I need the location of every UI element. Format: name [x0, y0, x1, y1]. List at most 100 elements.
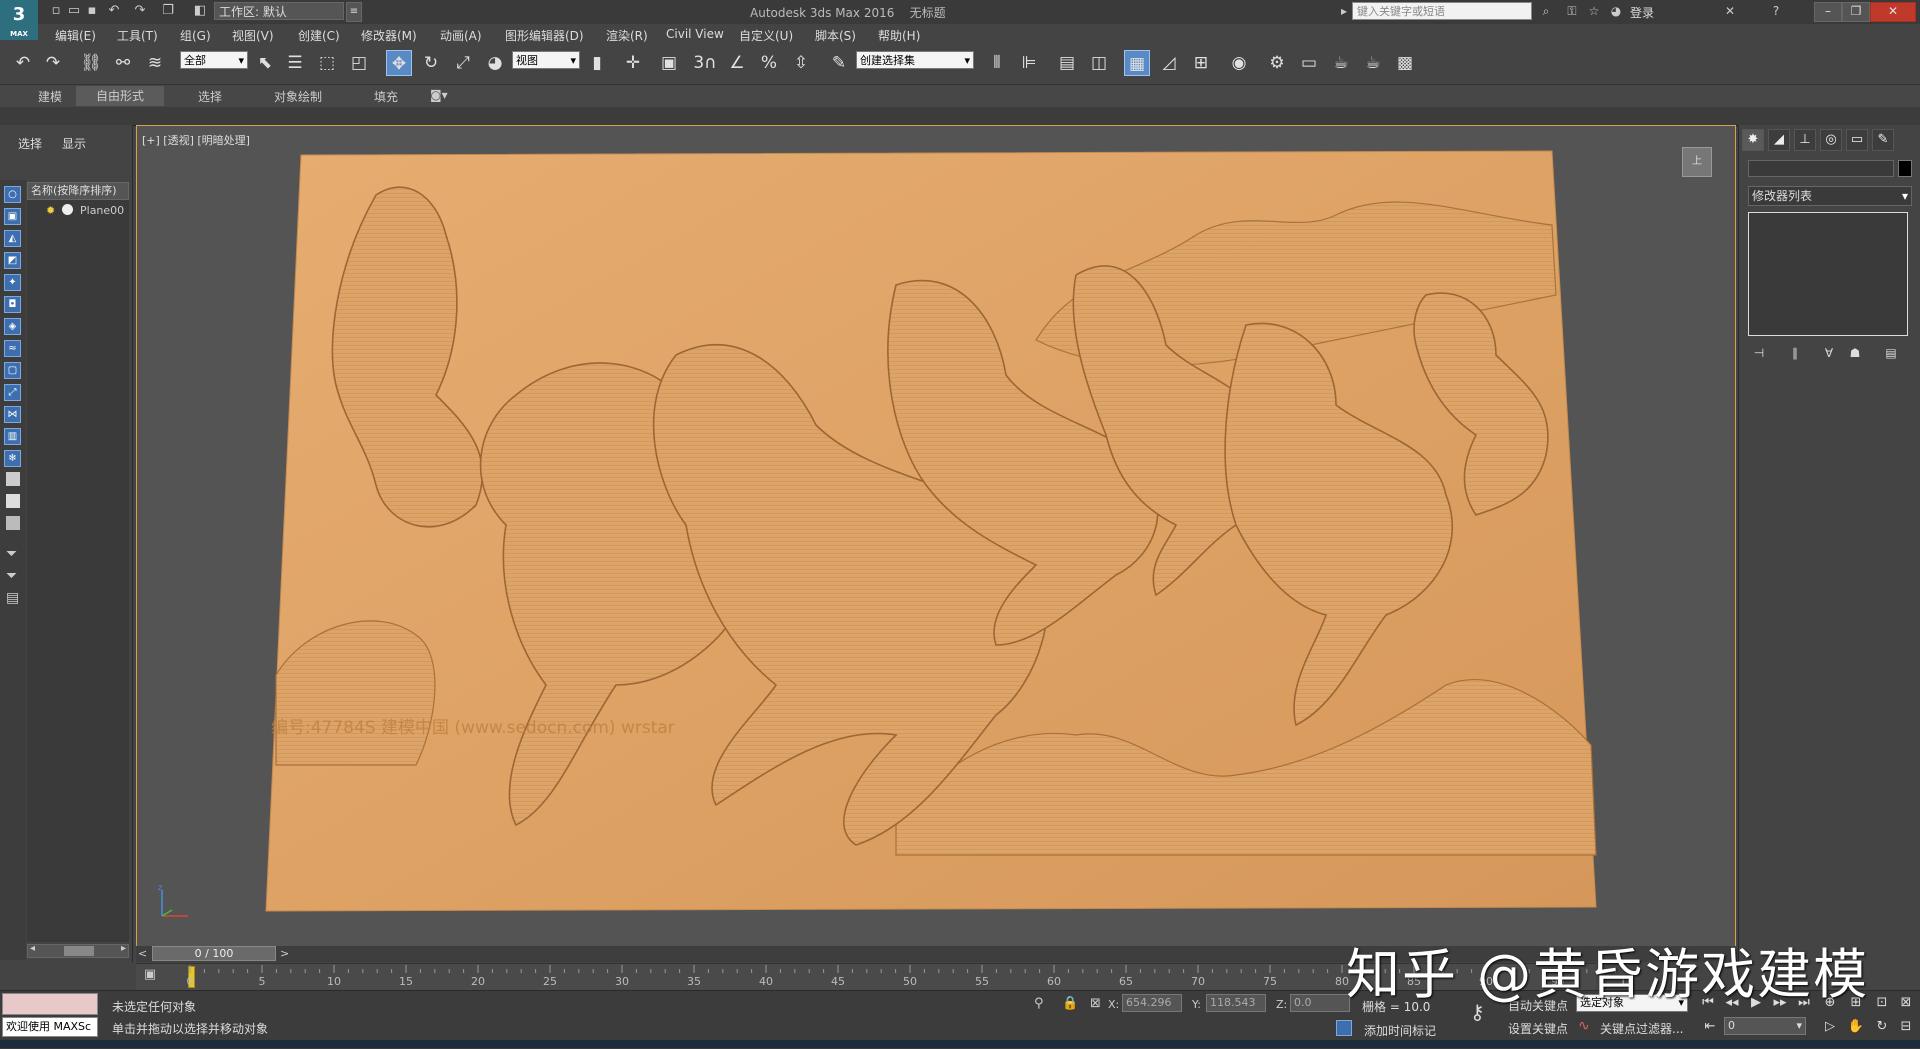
column-header-name[interactable]: 名称(按降序排序) [27, 182, 129, 200]
menu-civil-view[interactable]: Civil View [666, 27, 724, 41]
ribbon-tab-object-paint[interactable]: 对象绘制 [274, 88, 322, 105]
object-color-swatch[interactable] [1898, 160, 1912, 177]
subscription-icon[interactable]: ⚿ [1564, 3, 1580, 19]
select-and-move-icon[interactable]: ✥ [386, 50, 412, 76]
isolate-selection-icon[interactable]: ⚲ [1034, 996, 1044, 1011]
show-end-result-icon[interactable]: ∥ [1786, 344, 1804, 362]
menu-views[interactable]: 视图(V) [232, 27, 274, 44]
select-object-icon[interactable]: ⬉ [252, 50, 278, 76]
explorer-menu-icon[interactable]: ▤ [6, 590, 19, 606]
remove-modifier-icon[interactable]: ☗ [1846, 344, 1864, 362]
orbit-icon[interactable]: ↻ [1872, 1018, 1892, 1036]
display-lights-icon[interactable]: ✦ [4, 274, 21, 291]
selection-filter-dropdown[interactable]: 全部 [180, 51, 248, 69]
maxscript-listener-mini[interactable] [2, 993, 98, 1015]
login-button[interactable]: 登录 [1630, 4, 1654, 21]
close-button[interactable]: ✕ [1870, 2, 1916, 22]
pin-stack-icon[interactable]: ⊣ [1750, 344, 1768, 362]
snaps-toggle-icon[interactable]: 3∩ [692, 50, 718, 76]
visibility-icon[interactable] [62, 204, 73, 215]
key-mode-toggle-icon[interactable]: ⇤ [1700, 1018, 1720, 1036]
scene-explorer-toggle-icon[interactable]: ▤ [1054, 50, 1080, 76]
select-and-rotate-icon[interactable]: ↻ [418, 50, 444, 76]
keyboard-shortcut-override-icon[interactable]: ▣ [656, 50, 682, 76]
display-frozen-icon[interactable]: ❄ [4, 450, 21, 467]
menu-graph-editors[interactable]: 图形编辑器(D) [505, 27, 584, 44]
named-selection-dropdown[interactable]: 创建选择集 [856, 51, 974, 69]
new-file-icon[interactable]: ▫ [48, 3, 64, 19]
time-next-arrow-icon[interactable]: > [280, 947, 289, 960]
x-exchange-icon[interactable]: ✕ [1722, 3, 1738, 19]
bind-space-warp-icon[interactable]: ≋ [142, 50, 168, 76]
align-icon[interactable]: ⊫ [1016, 50, 1042, 76]
filter-options-icon[interactable]: ⏷ [6, 568, 17, 584]
menu-scripting[interactable]: 脚本(S) [815, 27, 856, 44]
save-file-icon[interactable]: ▪ [84, 3, 100, 19]
y-coordinate-field[interactable]: 118.543 [1206, 994, 1266, 1012]
absolute-mode-icon[interactable]: ⊠ [1090, 996, 1101, 1011]
modifier-list-dropdown[interactable]: 修改器列表 [1748, 186, 1912, 206]
user-icon[interactable]: ◕ [1608, 3, 1624, 19]
pan-view-icon[interactable]: ✋ [1846, 1018, 1866, 1036]
help-icon[interactable]: ? [1768, 3, 1784, 19]
redo-icon[interactable]: ↷ [40, 50, 66, 76]
link-icon[interactable]: ⛓ [78, 50, 104, 76]
display-spacewarps-icon[interactable]: ≈ [4, 340, 21, 357]
scroll-left-icon[interactable]: ◂ [30, 943, 35, 954]
mirror-icon[interactable]: ⫴ [984, 50, 1010, 76]
render-iterative-icon[interactable]: ☕ [1360, 50, 1386, 76]
display-groups-icon[interactable]: ▢ [4, 362, 21, 379]
rectangular-selection-icon[interactable]: ⬚ [314, 50, 340, 76]
object-name-field[interactable] [1748, 160, 1894, 177]
utilities-tab-icon[interactable]: ✎ [1872, 129, 1894, 151]
edit-named-selection-icon[interactable]: ✎ [826, 50, 852, 76]
modify-tab-icon[interactable]: ◢ [1768, 129, 1790, 151]
undo-icon[interactable]: ↶ [106, 3, 122, 19]
display-geometry-icon[interactable]: ◭ [4, 230, 21, 247]
display-tab-icon[interactable]: ▭ [1846, 129, 1868, 151]
selection-lock-icon[interactable]: 🔒 [1062, 996, 1078, 1011]
filter-icon[interactable]: ⏷ [6, 546, 17, 562]
z-coordinate-field[interactable]: 0.0 [1290, 994, 1350, 1012]
display-xrefs-icon[interactable]: ⤢ [4, 384, 21, 401]
modifier-stack[interactable] [1748, 212, 1908, 336]
search-arrow-icon[interactable]: ▸ [1336, 3, 1352, 19]
add-time-tag[interactable]: 添加时间标记 [1364, 1022, 1436, 1039]
x-coordinate-field[interactable]: 654.296 [1122, 994, 1182, 1012]
quick-access-customize-icon[interactable]: ≡ [346, 2, 362, 22]
hierarchy-tab-icon[interactable]: ⊥ [1794, 129, 1816, 151]
pivot-center-icon[interactable]: ▮ [584, 50, 610, 76]
render-setup-icon[interactable]: ⚙ [1264, 50, 1290, 76]
search-input[interactable]: 键入关键字或短语 [1352, 2, 1532, 20]
key-filters-button[interactable]: 关键点过滤器... [1600, 1020, 1683, 1037]
binoculars-icon[interactable]: ⌕ [1538, 3, 1554, 19]
restore-button[interactable]: ❐ [1842, 2, 1870, 22]
explorer-horizontal-scrollbar[interactable]: ◂ ▸ [27, 943, 129, 958]
make-unique-icon[interactable]: ∀ [1820, 344, 1838, 362]
material-editor-icon[interactable]: ◉ [1226, 50, 1252, 76]
ribbon-tab-populate[interactable]: 填充 [374, 88, 398, 105]
spinner-snap-icon[interactable]: ⇳ [788, 50, 814, 76]
menu-tools[interactable]: 工具(T) [117, 27, 158, 44]
display-cameras-icon[interactable]: ◘ [4, 296, 21, 313]
display-shapes-icon[interactable]: ◩ [4, 252, 21, 269]
menu-customize[interactable]: 自定义(U) [739, 27, 793, 44]
menu-group[interactable]: 组(G) [180, 27, 211, 44]
ribbon-tab-modeling[interactable]: 建模 [38, 88, 62, 105]
project-folder-icon[interactable]: ❐ [160, 3, 176, 19]
menu-animation[interactable]: 动画(A) [440, 27, 482, 44]
select-and-place-icon[interactable]: ◕ [482, 50, 508, 76]
open-file-icon[interactable]: ▭ [66, 3, 82, 19]
rendered-frame-window-icon[interactable]: ▭ [1296, 50, 1322, 76]
display-bones-icon[interactable]: ⋈ [4, 406, 21, 423]
menu-create[interactable]: 创建(C) [298, 27, 340, 44]
render-production-icon[interactable]: ☕ [1328, 50, 1354, 76]
light-bulb-icon[interactable]: ✹ [46, 204, 55, 217]
menu-modifiers[interactable]: 修改器(M) [361, 27, 417, 44]
redo-icon[interactable]: ↷ [132, 3, 148, 19]
select-all-icon[interactable] [6, 472, 20, 486]
undo-icon[interactable]: ↶ [10, 50, 36, 76]
display-none-icon[interactable]: ○ [4, 186, 21, 203]
field-of-view-icon[interactable]: ▷ [1820, 1018, 1840, 1036]
minimize-button[interactable]: – [1814, 2, 1842, 22]
